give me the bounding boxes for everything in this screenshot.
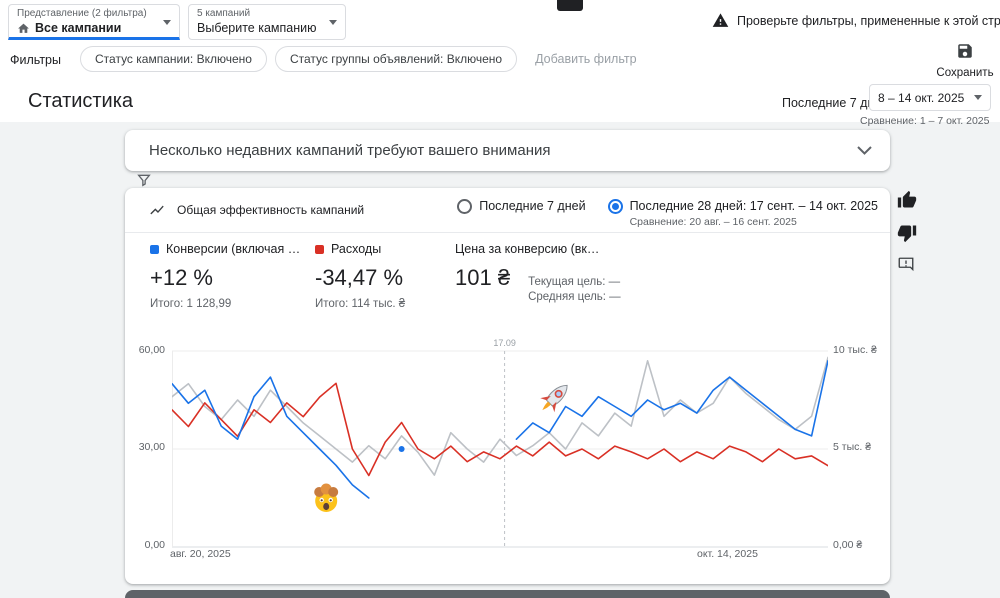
y-axis-right-tick: 10 тыс. ₴ bbox=[833, 344, 877, 356]
metric-cost-per-conversion: Цена за конверсию (вк… 101 ₴ Текущая цел… bbox=[455, 242, 621, 305]
feedback-column bbox=[897, 190, 917, 274]
period-option-label: Последние 28 дней: 17 сент. – 14 окт. 20… bbox=[629, 199, 878, 213]
chevron-down-icon bbox=[974, 95, 982, 100]
y-axis-right-tick: 0,00 ₴ bbox=[833, 539, 863, 551]
metric-label: Конверсии (включая … bbox=[166, 242, 301, 256]
metric-conversions: Конверсии (включая … +12 % Итого: 1 128,… bbox=[150, 242, 300, 310]
metric-cost: Расходы -34,47 % Итого: 114 тыс. ₴ bbox=[315, 242, 405, 310]
campaign-selector[interactable]: 5 кампаний Выберите кампанию bbox=[188, 4, 346, 40]
goal-average: Средняя цель: — bbox=[528, 291, 621, 303]
chevron-down-icon[interactable] bbox=[857, 146, 872, 155]
metric-total: Итого: 114 тыс. ₴ bbox=[315, 298, 406, 310]
filter-funnel-icon bbox=[137, 174, 151, 187]
metric-label: Цена за конверсию (вк… bbox=[455, 242, 600, 256]
x-axis-tick-end: окт. 14, 2025 bbox=[697, 548, 758, 560]
performance-card: Общая эффективность кампаний Последние 7… bbox=[125, 188, 890, 584]
period-option-comparison: Сравнение: 20 авг. – 16 сент. 2025 bbox=[629, 216, 797, 228]
y-axis-left-tick: 60,00 bbox=[138, 344, 165, 356]
date-range-value: 8 – 14 окт. 2025 bbox=[878, 90, 965, 105]
metric-value: -34,47 % bbox=[315, 265, 404, 290]
thumb-up-icon[interactable] bbox=[897, 190, 917, 210]
warning-icon bbox=[712, 13, 729, 27]
chevron-down-icon bbox=[329, 20, 337, 25]
radio-unselected-icon[interactable] bbox=[457, 199, 473, 214]
x-axis-tick-start: авг. 20, 2025 bbox=[170, 548, 231, 560]
add-filter-button[interactable]: Добавить фильтр bbox=[535, 52, 637, 66]
metric-value: +12 % bbox=[150, 265, 213, 290]
y-axis-left-tick: 30,00 bbox=[138, 441, 165, 453]
line-chart-icon bbox=[150, 205, 164, 215]
exploding-head-annotation bbox=[314, 483, 339, 512]
campaign-selector-value: Выберите кампанию bbox=[197, 21, 317, 35]
ads-statistics-page: Представление (2 фильтра) Все кампании 5… bbox=[0, 0, 1000, 598]
metric-total: Итого: 1 128,99 bbox=[150, 298, 232, 310]
radio-selected-icon[interactable] bbox=[607, 199, 623, 214]
view-selector-label: Представление (2 фильтра) bbox=[17, 8, 147, 19]
save-button[interactable]: Сохранить bbox=[933, 42, 997, 79]
filters-title: Фильтры bbox=[10, 53, 61, 67]
performance-card-header: Общая эффективность кампаний Последние 7… bbox=[125, 188, 890, 233]
attention-banner[interactable]: Несколько недавних кампаний требуют ваше… bbox=[125, 130, 890, 171]
period-option-7days[interactable]: Последние 7 дней bbox=[457, 196, 586, 214]
filters-warning: Проверьте фильтры, примененные к этой ст… bbox=[712, 12, 1000, 29]
date-range-selector[interactable]: 8 – 14 окт. 2025 bbox=[869, 84, 991, 111]
rocket-annotation bbox=[534, 377, 575, 419]
y-axis-left-tick: 0,00 bbox=[144, 539, 165, 551]
chevron-down-icon bbox=[163, 20, 171, 25]
feedback-icon[interactable] bbox=[897, 256, 915, 274]
performance-chart[interactable]: 17.09 bbox=[172, 337, 828, 549]
thumb-down-icon[interactable] bbox=[897, 223, 917, 243]
screenshot-artifact bbox=[557, 0, 583, 11]
warning-text: Проверьте фильтры, примененные к этой ст… bbox=[737, 13, 1000, 28]
period-option-label: Последние 7 дней bbox=[479, 199, 586, 213]
metric-value: 101 ₴ bbox=[455, 265, 511, 290]
campaign-selector-label: 5 кампаний bbox=[197, 8, 251, 19]
metric-label: Расходы bbox=[331, 242, 382, 256]
attention-banner-text: Несколько недавних кампаний требуют ваше… bbox=[149, 142, 551, 159]
period-radio-group: Последние 7 дней Последние 28 дней: 17 с… bbox=[457, 196, 878, 228]
y-axis-right-tick: 5 тыс. ₴ bbox=[833, 441, 872, 453]
conversions-legend-swatch bbox=[150, 244, 159, 254]
svg-text:17.09: 17.09 bbox=[493, 338, 516, 348]
filter-chip-campaign-status[interactable]: Статус кампании: Включено bbox=[80, 46, 267, 72]
filter-chip-adgroup-status[interactable]: Статус группы объявлений: Включено bbox=[274, 46, 518, 72]
home-icon bbox=[18, 23, 29, 33]
period-option-28days[interactable]: Последние 28 дней: 17 сент. – 14 окт. 20… bbox=[607, 196, 878, 228]
view-selector[interactable]: Представление (2 фильтра) Все кампании bbox=[8, 4, 180, 40]
view-selector-value: Все кампании bbox=[35, 21, 122, 35]
date-range-comparison: Сравнение: 1 – 7 окт. 2025 bbox=[860, 115, 990, 127]
page-title: Статистика bbox=[28, 90, 134, 112]
save-label: Сохранить bbox=[936, 67, 994, 79]
save-icon bbox=[958, 44, 972, 58]
goal-current: Текущая цель: — bbox=[528, 276, 621, 288]
performance-card-title: Общая эффективность кампаний bbox=[177, 203, 365, 217]
cost-legend-swatch bbox=[315, 244, 324, 254]
next-card-top-edge bbox=[125, 590, 890, 598]
